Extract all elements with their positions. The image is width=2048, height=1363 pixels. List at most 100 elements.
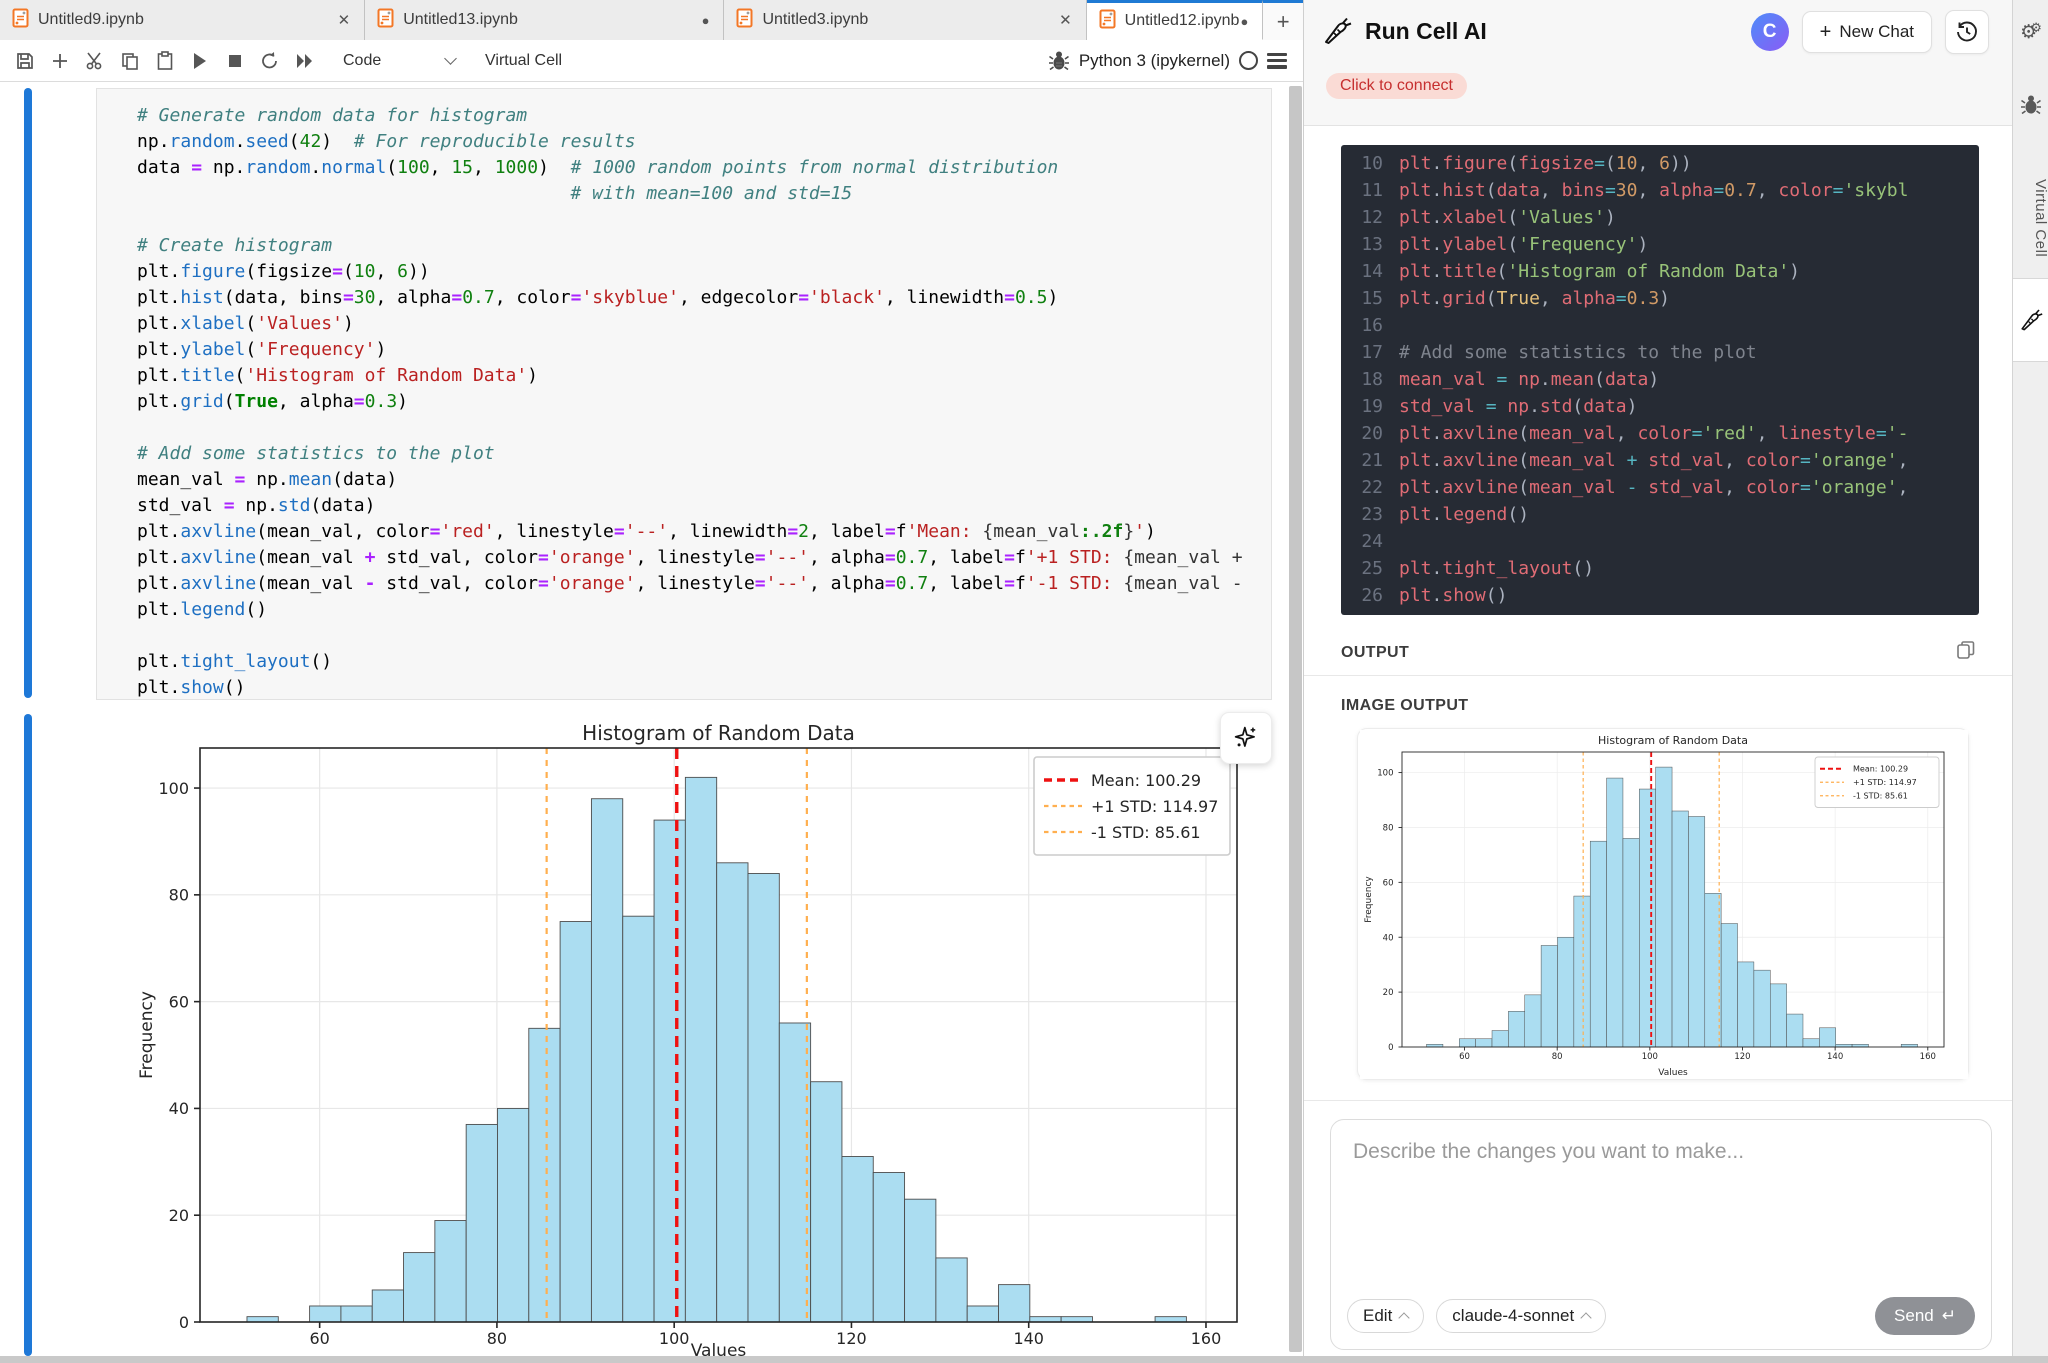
svg-text:Mean: 100.29: Mean: 100.29 xyxy=(1853,765,1908,774)
run-cell-button[interactable] xyxy=(187,48,213,74)
virtual-cell-label: Virtual Cell xyxy=(485,52,562,70)
close-icon[interactable]: ✕ xyxy=(1059,11,1072,29)
tab-label: Untitled9.ipynb xyxy=(38,11,144,29)
code-line: 16 xyxy=(1341,312,1979,339)
debugger-icon[interactable] xyxy=(2020,94,2042,121)
svg-text:+1 STD: 114.97: +1 STD: 114.97 xyxy=(1091,797,1218,816)
runcell-logo-icon xyxy=(1322,16,1352,46)
line-number: 20 xyxy=(1341,420,1383,447)
chevron-up-icon xyxy=(1581,1312,1592,1323)
tab-Untitled12[interactable]: Untitled12.ipynb● xyxy=(1087,0,1264,40)
svg-text:40: 40 xyxy=(1383,933,1394,943)
svg-text:Frequency: Frequency xyxy=(1364,876,1374,923)
save-button[interactable] xyxy=(12,48,38,74)
svg-text:80: 80 xyxy=(1552,1052,1563,1062)
chat-input[interactable] xyxy=(1331,1120,1991,1270)
dirty-dot-icon[interactable]: ● xyxy=(702,13,710,28)
paste-icon xyxy=(155,51,175,71)
output-label: OUTPUT xyxy=(1341,644,1409,662)
panel-title: Run Cell AI xyxy=(1365,18,1487,45)
code-line: plt.axvline(mean_val - std_val, color='o… xyxy=(137,571,1271,597)
composer-section: Edit claude-4-sonnet Send ↵ xyxy=(1304,1100,2013,1363)
line-number: 25 xyxy=(1341,555,1383,582)
code-line: 21plt.axvline(mean_val + std_val, color=… xyxy=(1341,447,1979,474)
svg-text:Histogram of Random Data: Histogram of Random Data xyxy=(582,721,855,745)
menu-icon[interactable] xyxy=(1267,53,1287,69)
close-icon[interactable]: ✕ xyxy=(338,11,351,29)
restart-kernel-button[interactable] xyxy=(257,48,283,74)
plus-icon: + xyxy=(1820,25,1832,39)
kernel-name[interactable]: Python 3 (ipykernel) xyxy=(1079,51,1230,71)
cell-type-dropdown[interactable]: Code xyxy=(343,52,455,70)
dirty-dot-icon[interactable]: ● xyxy=(1240,14,1248,29)
histogram-thumbnail: 6080100120140160020406080100Histogram of… xyxy=(1360,730,1968,1079)
run-all-button[interactable] xyxy=(292,48,318,74)
copy-cell-button[interactable] xyxy=(117,48,143,74)
sparkle-icon xyxy=(1231,723,1261,753)
svg-text:60: 60 xyxy=(1383,878,1394,888)
ai-code-preview: 10plt.figure(figsize=(10, 6))11plt.hist(… xyxy=(1341,145,1979,615)
chat-composer[interactable]: Edit claude-4-sonnet Send ↵ xyxy=(1330,1119,1992,1350)
svg-text:140: 140 xyxy=(1013,1329,1044,1348)
code-line xyxy=(137,623,1271,649)
code-line: 12plt.xlabel('Values') xyxy=(1341,204,1979,231)
ai-sparkle-button[interactable] xyxy=(1220,712,1272,764)
line-number: 12 xyxy=(1341,204,1383,231)
new-tab-button[interactable]: + xyxy=(1263,0,1303,40)
code-line: 25plt.tight_layout() xyxy=(1341,555,1979,582)
bug-icon[interactable] xyxy=(1048,50,1070,72)
model-label: claude-4-sonnet xyxy=(1452,1306,1574,1326)
line-number: 26 xyxy=(1341,582,1383,609)
runcell-ai-rail-tab[interactable] xyxy=(2013,278,2048,362)
line-number: 19 xyxy=(1341,393,1383,420)
line-number: 17 xyxy=(1341,339,1383,366)
save-icon xyxy=(15,51,35,71)
code-line: 23plt.legend() xyxy=(1341,501,1979,528)
cell-collapser-input[interactable] xyxy=(24,88,32,698)
svg-text:40: 40 xyxy=(169,1099,189,1118)
code-line: 26plt.show() xyxy=(1341,582,1979,609)
copy-output-button[interactable] xyxy=(1955,639,1977,666)
svg-text:20: 20 xyxy=(1383,988,1394,998)
add-cell-button[interactable] xyxy=(47,48,73,74)
send-button[interactable]: Send ↵ xyxy=(1875,1297,1975,1335)
line-number: 16 xyxy=(1341,312,1383,339)
kernel-status-icon[interactable] xyxy=(1239,51,1258,70)
code-line: plt.show() xyxy=(137,675,1271,700)
history-button[interactable] xyxy=(1945,10,1989,54)
line-number: 15 xyxy=(1341,285,1383,312)
code-line: 10plt.figure(figsize=(10, 6)) xyxy=(1341,150,1979,177)
fast-forward-icon xyxy=(295,53,315,69)
tab-Untitled13[interactable]: Untitled13.ipynb● xyxy=(365,0,724,40)
model-dropdown[interactable]: claude-4-sonnet xyxy=(1436,1299,1606,1333)
code-cell-input[interactable]: # Generate random data for histogramnp.r… xyxy=(96,88,1272,700)
stop-kernel-button[interactable] xyxy=(222,48,248,74)
new-chat-button[interactable]: + New Chat xyxy=(1802,11,1932,53)
code-line: 17# Add some statistics to the plot xyxy=(1341,339,1979,366)
chevron-up-icon xyxy=(1399,1312,1410,1323)
tab-Untitled9[interactable]: Untitled9.ipynb ✕ xyxy=(0,0,365,40)
new-chat-label: New Chat xyxy=(1839,22,1914,42)
notebook-scrollbar[interactable] xyxy=(1289,86,1302,1352)
code-line: plt.legend() xyxy=(137,597,1271,623)
svg-text:0: 0 xyxy=(179,1313,189,1332)
svg-text:140: 140 xyxy=(1827,1052,1843,1062)
code-line: plt.axvline(mean_val, color='red', lines… xyxy=(137,519,1271,545)
composer-toolbar: Edit claude-4-sonnet Send ↵ xyxy=(1331,1297,1991,1335)
mode-dropdown[interactable]: Edit xyxy=(1347,1299,1424,1333)
code-line: data = np.random.normal(100, 15, 1000) #… xyxy=(137,155,1271,181)
code-line: plt.grid(True, alpha=0.3) xyxy=(137,389,1271,415)
code-editor[interactable]: # Generate random data for histogramnp.r… xyxy=(97,89,1271,700)
cut-cell-button[interactable] xyxy=(82,48,108,74)
avatar[interactable]: C xyxy=(1751,13,1789,51)
app-window: Untitled9.ipynb✕Untitled13.ipynb●Untitle… xyxy=(0,0,2048,1363)
svg-text:160: 160 xyxy=(1920,1052,1936,1062)
code-line: # Generate random data for histogram xyxy=(137,103,1271,129)
connect-status-badge[interactable]: Click to connect xyxy=(1326,73,1467,99)
paste-cell-button[interactable] xyxy=(152,48,178,74)
notebook-file-icon xyxy=(377,8,394,28)
tab-label: Untitled3.ipynb xyxy=(762,11,868,29)
cell-collapser-output[interactable] xyxy=(24,714,32,1356)
property-inspector-icon[interactable]: ⚙⚙ xyxy=(2013,14,2048,48)
tab-Untitled3[interactable]: Untitled3.ipynb ✕ xyxy=(724,0,1086,40)
